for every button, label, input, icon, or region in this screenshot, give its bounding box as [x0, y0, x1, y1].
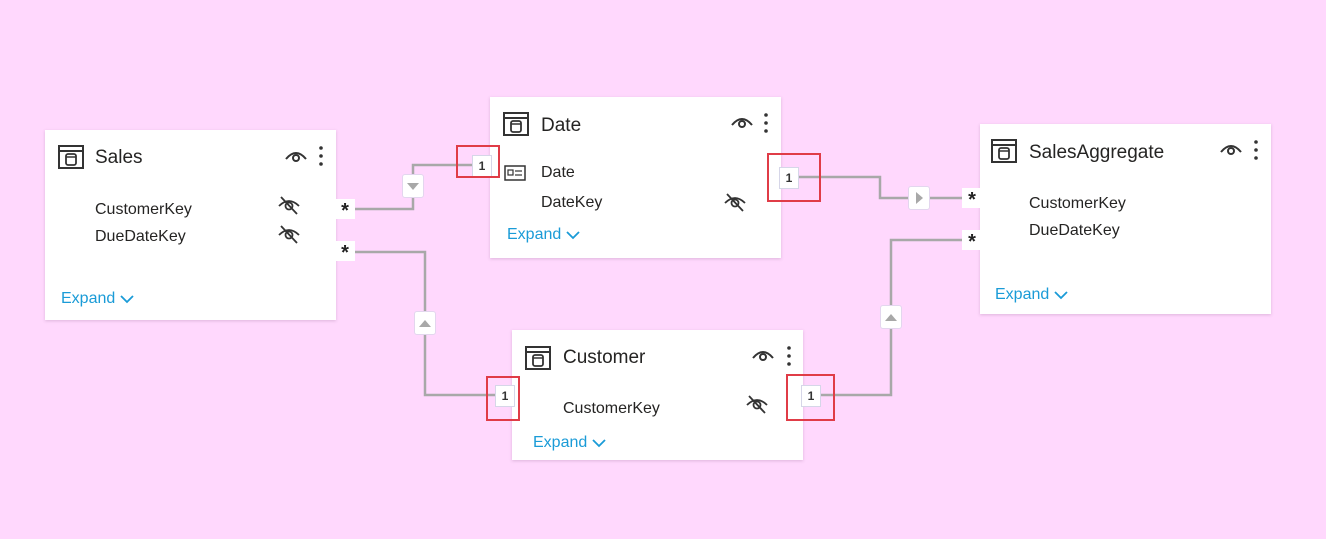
filter-direction-down-icon[interactable]	[402, 174, 424, 198]
field-date[interactable]: Date	[541, 164, 575, 182]
field-datekey[interactable]: DateKey	[541, 194, 602, 212]
chevron-down-icon	[592, 439, 606, 448]
eye-icon[interactable]	[1220, 142, 1242, 156]
filter-direction-up-icon[interactable]	[880, 305, 902, 329]
eye-icon[interactable]	[285, 149, 307, 163]
expand-button[interactable]: Expand	[61, 290, 135, 308]
table-title: SalesAggregate	[1029, 142, 1165, 163]
cardinality-many-marker: *	[962, 188, 982, 211]
field-duedatekey[interactable]: DueDateKey	[1029, 222, 1120, 240]
more-options-icon[interactable]	[763, 112, 769, 134]
more-options-icon[interactable]	[786, 345, 792, 367]
table-icon	[503, 112, 529, 136]
field-customerkey[interactable]: CustomerKey	[1029, 195, 1126, 213]
filter-direction-up-icon[interactable]	[414, 311, 436, 335]
table-title: Customer	[563, 347, 646, 368]
chevron-down-icon	[1054, 291, 1068, 300]
chevron-down-icon	[120, 295, 134, 304]
highlight-box	[786, 374, 835, 421]
table-card-salesaggregate[interactable]: SalesAggregate CustomerKey DueDateKey Ex…	[980, 124, 1271, 314]
more-options-icon[interactable]	[318, 145, 324, 167]
expand-button[interactable]: Expand	[533, 434, 607, 452]
expand-label: Expand	[61, 290, 116, 307]
highlight-box	[456, 145, 500, 178]
field-duedatekey[interactable]: DueDateKey	[95, 228, 186, 246]
table-icon	[525, 346, 551, 370]
table-card-date[interactable]: Date Date DateKey Expand	[490, 97, 781, 258]
highlight-box	[486, 376, 520, 421]
table-icon	[991, 139, 1017, 163]
field-customerkey[interactable]: CustomerKey	[95, 201, 192, 219]
eye-icon[interactable]	[731, 115, 753, 129]
cardinality-many-marker: *	[335, 241, 355, 264]
hidden-field-icon[interactable]	[745, 393, 769, 415]
hidden-field-icon[interactable]	[277, 194, 301, 216]
table-card-customer[interactable]: Customer CustomerKey Expand	[512, 330, 803, 460]
cardinality-many-marker: *	[962, 230, 982, 253]
table-title: Date	[541, 115, 582, 136]
expand-label: Expand	[507, 226, 562, 243]
calendar-field-icon	[504, 165, 526, 181]
expand-button[interactable]: Expand	[995, 286, 1069, 304]
expand-label: Expand	[533, 434, 588, 451]
hidden-field-icon[interactable]	[277, 223, 301, 245]
chevron-down-icon	[566, 231, 580, 240]
highlight-box	[767, 153, 821, 202]
filter-direction-right-icon[interactable]	[908, 186, 930, 210]
expand-label: Expand	[995, 286, 1050, 303]
table-icon	[58, 145, 84, 169]
field-customerkey[interactable]: CustomerKey	[563, 400, 660, 418]
table-card-sales[interactable]: Sales CustomerKey DueDateKey Expand	[45, 130, 336, 320]
hidden-field-icon[interactable]	[723, 191, 747, 213]
cardinality-many-marker: *	[335, 199, 355, 222]
eye-icon[interactable]	[752, 348, 774, 362]
expand-button[interactable]: Expand	[507, 226, 581, 244]
more-options-icon[interactable]	[1253, 139, 1259, 161]
table-title: Sales	[95, 147, 143, 168]
